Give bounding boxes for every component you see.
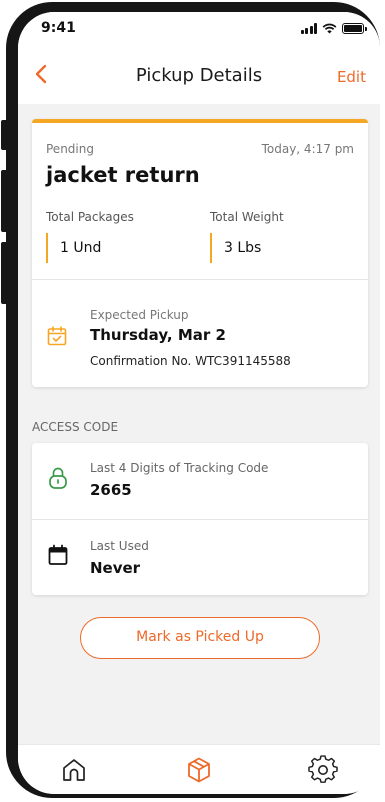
status-time: 9:41 xyxy=(41,20,76,36)
app-screen: 9:41 Pickup Details Edit Pending Today, … xyxy=(18,12,380,794)
pickup-timestamp: Today, 4:17 pm xyxy=(261,142,354,156)
access-divider xyxy=(32,519,368,520)
home-icon[interactable] xyxy=(59,755,89,785)
expected-pickup-label: Expected Pickup xyxy=(90,308,189,322)
device-frame: 9:41 Pickup Details Edit Pending Today, … xyxy=(1,2,380,798)
edit-button[interactable]: Edit xyxy=(337,68,366,86)
nav-bar: Pickup Details Edit xyxy=(18,46,380,104)
last-used-value: Never xyxy=(90,559,141,577)
mute-switch xyxy=(1,120,7,150)
status-icons xyxy=(300,22,367,34)
expected-pickup-date: Thursday, Mar 2 xyxy=(90,326,226,344)
access-code-heading: ACCESS CODE xyxy=(32,420,119,434)
pickup-summary-card: Pending Today, 4:17 pm jacket return Tot… xyxy=(32,119,368,387)
total-weight-label: Total Weight xyxy=(210,210,284,224)
settings-icon[interactable] xyxy=(308,755,338,785)
page-title: Pickup Details xyxy=(135,65,263,86)
battery-icon xyxy=(342,23,367,34)
total-packages-value: 1 Und xyxy=(60,240,102,256)
total-packages-label: Total Packages xyxy=(46,210,134,224)
card-divider xyxy=(32,279,368,280)
wifi-icon xyxy=(322,23,337,34)
tracking-code-label: Last 4 Digits of Tracking Code xyxy=(90,461,269,475)
mark-as-picked-up-button[interactable]: Mark as Picked Up xyxy=(80,617,320,659)
status-badge: Pending xyxy=(46,142,94,156)
volume-up-button xyxy=(1,170,7,232)
package-icon[interactable] xyxy=(184,755,214,785)
packages-accent-bar xyxy=(46,233,48,263)
signal-icon xyxy=(300,22,317,34)
total-weight-value: 3 Lbs xyxy=(224,240,262,256)
last-used-label: Last Used xyxy=(90,539,149,553)
pickup-title: jacket return xyxy=(46,163,200,187)
weight-accent-bar xyxy=(210,233,212,263)
tab-bar xyxy=(18,744,380,794)
lock-icon xyxy=(49,467,67,489)
confirmation-number: Confirmation No. WTC391145588 xyxy=(90,354,291,368)
calendar-check-icon xyxy=(47,326,67,346)
calendar-icon xyxy=(48,544,68,565)
access-code-card: Last 4 Digits of Tracking Code 2665 Last… xyxy=(32,443,368,595)
volume-down-button xyxy=(1,242,7,304)
status-bar: 9:41 xyxy=(18,12,380,46)
tracking-code-value: 2665 xyxy=(90,481,132,499)
